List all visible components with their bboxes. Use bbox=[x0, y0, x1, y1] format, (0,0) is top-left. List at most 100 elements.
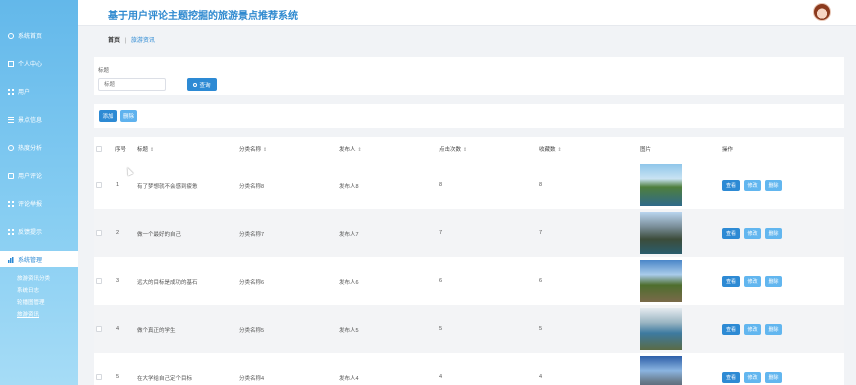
cell-favorites: 4 bbox=[539, 374, 543, 380]
sidebar-item-label: 个人中心 bbox=[18, 62, 43, 68]
sidebar-subitem-carousel[interactable]: 轮播图管理 bbox=[17, 298, 45, 306]
scenery-thumbnail[interactable] bbox=[640, 164, 682, 206]
delete-button[interactable]: 删除 bbox=[765, 324, 782, 335]
sidebar-item-users[interactable]: 用户 bbox=[8, 87, 30, 96]
add-button[interactable]: 添加 bbox=[99, 110, 117, 122]
breadcrumb-home[interactable]: 首页 bbox=[108, 38, 120, 44]
delete-button[interactable]: 删除 bbox=[765, 276, 782, 287]
sort-icon: ⇕ bbox=[463, 147, 468, 153]
sidebar-item-personal-center[interactable]: 个人中心 bbox=[8, 59, 42, 68]
header-category[interactable]: 分类名称 ⇕ bbox=[239, 145, 267, 153]
header-favorites[interactable]: 收藏数 ⇕ bbox=[539, 145, 562, 153]
delete-button[interactable]: 删除 bbox=[765, 180, 782, 191]
list-icon bbox=[8, 116, 14, 123]
sidebar-item-home[interactable]: 系统首页 bbox=[8, 31, 42, 40]
row-checkbox[interactable] bbox=[96, 230, 102, 236]
delete-button[interactable]: 删除 bbox=[765, 228, 782, 239]
view-button[interactable]: 查看 bbox=[722, 372, 740, 383]
cell-index: 1 bbox=[116, 182, 120, 188]
table-row: 4 做个真正的学生 分类名称5 发布人5 5 5 查看 修改 删除 bbox=[94, 305, 844, 353]
chart-icon bbox=[8, 256, 14, 263]
edit-button[interactable]: 修改 bbox=[744, 372, 761, 383]
sidebar-item-label: 用户 bbox=[18, 90, 31, 96]
scenery-thumbnail[interactable] bbox=[640, 212, 682, 254]
cell-index: 2 bbox=[116, 230, 120, 236]
avatar[interactable] bbox=[813, 3, 831, 21]
cell-category: 分类名称6 bbox=[239, 280, 265, 286]
sidebar-item-label: 系统管理 bbox=[18, 258, 43, 264]
search-input[interactable] bbox=[98, 78, 166, 91]
cell-index: 5 bbox=[116, 374, 120, 380]
edit-button[interactable]: 修改 bbox=[744, 180, 761, 191]
view-button[interactable]: 查看 bbox=[722, 180, 740, 191]
cell-favorites: 7 bbox=[539, 230, 543, 236]
sidebar-item-label: 反馈提示 bbox=[18, 230, 43, 236]
row-checkbox[interactable] bbox=[96, 326, 102, 332]
cell-publisher: 发布人8 bbox=[339, 184, 359, 190]
action-bar: 添加 删除 bbox=[94, 104, 844, 128]
search-label: 标题 bbox=[98, 68, 110, 74]
sidebar-item-system-management[interactable]: 系统管理 bbox=[0, 251, 78, 267]
cell-favorites: 6 bbox=[539, 278, 543, 284]
header-publisher-label: 发布人 bbox=[339, 147, 356, 153]
header-title-label: 标题 bbox=[137, 147, 149, 153]
sidebar-subitem-system-log[interactable]: 系统日志 bbox=[17, 286, 39, 294]
cell-category: 分类名称7 bbox=[239, 232, 265, 238]
app-title: 基于用户评论主题挖掘的旅游景点推荐系统 bbox=[108, 11, 298, 22]
comment-icon bbox=[8, 172, 14, 179]
cell-clicks: 5 bbox=[439, 326, 443, 332]
sidebar-item-label: 用户评论 bbox=[18, 174, 43, 180]
cell-title: 在大学给自己定个目标 bbox=[137, 376, 193, 382]
breadcrumb-separator: | bbox=[124, 38, 127, 44]
row-checkbox[interactable] bbox=[96, 182, 102, 188]
cell-clicks: 4 bbox=[439, 374, 443, 380]
table-row: 5 在大学给自己定个目标 分类名称4 发布人4 4 4 查看 修改 删除 bbox=[94, 353, 844, 385]
search-button[interactable]: 查询 bbox=[187, 78, 217, 91]
sort-icon: ⇕ bbox=[150, 147, 155, 153]
grid-icon bbox=[8, 228, 14, 235]
edit-button[interactable]: 修改 bbox=[744, 228, 761, 239]
analysis-icon bbox=[8, 144, 14, 151]
row-checkbox[interactable] bbox=[96, 278, 102, 284]
edit-button[interactable]: 修改 bbox=[744, 276, 761, 287]
sidebar-item-label: 系统首页 bbox=[18, 34, 43, 40]
cell-favorites: 5 bbox=[539, 326, 543, 332]
sidebar-subitem-travel-news[interactable]: 旅游资讯 bbox=[17, 310, 39, 318]
sidebar-item-attractions[interactable]: 景点信息 bbox=[8, 115, 42, 124]
scenery-thumbnail[interactable] bbox=[640, 356, 682, 385]
grid-icon bbox=[8, 88, 14, 95]
sidebar-subitem-news-category[interactable]: 旅游资讯分类 bbox=[17, 274, 50, 282]
header-clicks[interactable]: 点击次数 ⇕ bbox=[439, 145, 467, 153]
cell-title: 有了梦想就不会感到疲惫 bbox=[137, 184, 198, 190]
view-button[interactable]: 查看 bbox=[722, 324, 740, 335]
sidebar-item-label: 景点信息 bbox=[18, 118, 43, 124]
batch-delete-button[interactable]: 删除 bbox=[120, 110, 137, 122]
header-title[interactable]: 标题 ⇕ bbox=[137, 145, 154, 153]
sidebar-item-user-comments[interactable]: 用户评论 bbox=[8, 171, 42, 180]
sidebar-item-feedback[interactable]: 反馈提示 bbox=[8, 227, 42, 236]
view-button[interactable]: 查看 bbox=[722, 228, 740, 239]
header-publisher[interactable]: 发布人 ⇕ bbox=[339, 145, 362, 153]
edit-button[interactable]: 修改 bbox=[744, 324, 761, 335]
sidebar-item-heat-analysis[interactable]: 热度分析 bbox=[8, 143, 42, 152]
select-all-checkbox[interactable] bbox=[96, 146, 102, 152]
breadcrumb-current: 旅游资讯 bbox=[130, 38, 155, 44]
scenery-thumbnail[interactable] bbox=[640, 260, 682, 302]
delete-button[interactable]: 删除 bbox=[765, 372, 782, 383]
sidebar-item-label: 评论举报 bbox=[18, 202, 43, 208]
view-button[interactable]: 查看 bbox=[722, 276, 740, 287]
cell-favorites: 8 bbox=[539, 182, 543, 188]
row-checkbox[interactable] bbox=[96, 374, 102, 380]
cell-clicks: 6 bbox=[439, 278, 443, 284]
scenery-thumbnail[interactable] bbox=[640, 308, 682, 350]
top-bar: 基于用户评论主题挖掘的旅游景点推荐系统 bbox=[78, 0, 856, 26]
search-button-label: 查询 bbox=[199, 82, 211, 89]
cell-index: 3 bbox=[116, 278, 120, 284]
header-image: 图片 bbox=[640, 147, 652, 153]
cell-clicks: 8 bbox=[439, 182, 443, 188]
table-row: 3 远大的目标是成功的基石 分类名称6 发布人6 6 6 查看 修改 删除 bbox=[94, 257, 844, 305]
sidebar-item-inner: 系统管理 bbox=[8, 255, 42, 264]
sidebar-item-comment-reports[interactable]: 评论举报 bbox=[8, 199, 42, 208]
breadcrumb: 首页 | 旅游资讯 bbox=[108, 35, 155, 44]
cell-title: 远大的目标是成功的基石 bbox=[137, 280, 198, 286]
